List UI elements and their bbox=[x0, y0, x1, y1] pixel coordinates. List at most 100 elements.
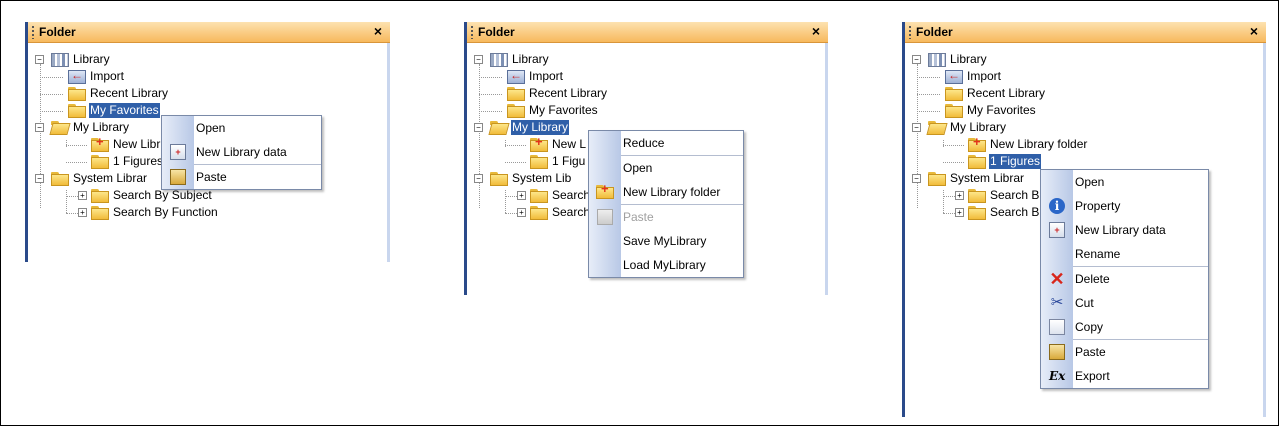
folder-icon bbox=[928, 171, 946, 186]
expand-toggle-search-1[interactable]: + bbox=[517, 191, 526, 200]
menu-item-paste[interactable]: Paste bbox=[162, 165, 321, 189]
menu-item-label: Open bbox=[1075, 175, 1105, 189]
tree-item-label: 1 Figu bbox=[552, 154, 586, 168]
tree-item-import[interactable]: Import bbox=[945, 68, 1002, 85]
expand-toggle-search-1[interactable]: + bbox=[955, 191, 964, 200]
paste-icon bbox=[1049, 344, 1065, 360]
menu-item-paste[interactable]: Paste bbox=[1041, 340, 1208, 364]
scissors-icon: ✂ bbox=[1050, 294, 1064, 311]
menu-item-cut[interactable]: ✂ Cut bbox=[1041, 291, 1208, 315]
tree-item-search-1[interactable]: Search B bbox=[968, 187, 1040, 204]
library-icon bbox=[51, 52, 69, 67]
tree-item-search-2[interactable]: Search bbox=[530, 204, 591, 221]
new-folder-icon: + bbox=[968, 135, 986, 152]
tree-item-system-library[interactable]: System Librar bbox=[928, 170, 1025, 187]
collapse-toggle-system-library[interactable]: − bbox=[912, 174, 921, 183]
menu-item-label: Paste bbox=[196, 170, 227, 184]
menu-item-paste[interactable]: Paste bbox=[589, 205, 743, 229]
folder-icon bbox=[968, 205, 986, 220]
menu-item-new-library-data[interactable]: + New Library data bbox=[1041, 218, 1208, 242]
collapse-toggle-system-library[interactable]: − bbox=[474, 174, 483, 183]
tree-item-search-1[interactable]: Search bbox=[530, 187, 591, 204]
tree-item-my-library[interactable]: My Library bbox=[51, 119, 130, 136]
tree-item-recent-library[interactable]: Recent Library bbox=[945, 85, 1046, 102]
new-folder-icon: + bbox=[596, 182, 614, 200]
open-folder-icon bbox=[51, 120, 69, 135]
tree-item-my-favorites[interactable]: My Favorites bbox=[507, 102, 599, 119]
tree-item-import[interactable]: Import bbox=[68, 68, 125, 85]
menu-item-delete[interactable]: ✕ Delete bbox=[1041, 267, 1208, 291]
new-library-data-icon: + bbox=[1049, 222, 1065, 238]
folder-icon bbox=[91, 154, 109, 169]
tree-item-label: Library bbox=[950, 52, 987, 66]
expand-toggle-search-by-function[interactable]: + bbox=[78, 208, 87, 217]
menu-item-copy[interactable]: Copy bbox=[1041, 315, 1208, 339]
menu-item-label: New Library folder bbox=[623, 185, 721, 199]
tree-item-1-figures[interactable]: 1 Figures bbox=[968, 153, 1042, 170]
folder-icon bbox=[507, 86, 525, 101]
collapse-toggle-library[interactable]: − bbox=[474, 55, 483, 64]
import-icon bbox=[507, 68, 525, 84]
tree-item-search-2[interactable]: Search B bbox=[968, 204, 1040, 221]
paste-icon bbox=[597, 209, 613, 225]
tree-item-new-library-folder[interactable]: + New Libr bbox=[91, 135, 161, 153]
tree-item-my-favorites[interactable]: My Favorites bbox=[945, 102, 1037, 119]
tree-item-label: Search B bbox=[990, 205, 1040, 219]
expand-toggle-search-by-subject[interactable]: + bbox=[78, 191, 87, 200]
tree-item-system-library[interactable]: System Librar bbox=[51, 170, 148, 187]
menu-item-export[interactable]: Ex Export bbox=[1041, 364, 1208, 388]
collapse-toggle-system-library[interactable]: − bbox=[35, 174, 44, 183]
menu-item-load-mylibrary[interactable]: Load MyLibrary bbox=[589, 253, 743, 277]
menu-item-new-library-data[interactable]: + New Library data bbox=[162, 140, 321, 164]
folder-icon bbox=[91, 205, 109, 220]
tree-item-my-library[interactable]: My Library bbox=[490, 119, 570, 136]
open-folder-icon bbox=[490, 120, 508, 135]
tree-item-label: My Favorites bbox=[529, 103, 598, 117]
tree-item-my-library[interactable]: My Library bbox=[928, 119, 1007, 136]
tree-item-label: My Library bbox=[950, 120, 1007, 134]
tree-item-label: Search bbox=[552, 188, 591, 202]
menu-item-rename[interactable]: Rename bbox=[1041, 242, 1208, 266]
tree-item-library[interactable]: Library bbox=[928, 51, 988, 68]
menu-item-label: Rename bbox=[1075, 247, 1121, 261]
folder-icon bbox=[968, 154, 986, 169]
tree-item-new-library-folder[interactable]: + New L bbox=[530, 135, 587, 153]
tree-item-1-figures[interactable]: 1 Figures bbox=[91, 153, 164, 170]
tree-item-system-library[interactable]: System Lib bbox=[490, 170, 572, 187]
collapse-toggle-library[interactable]: − bbox=[912, 55, 921, 64]
folder-icon bbox=[530, 205, 548, 220]
tree-item-label: Import bbox=[90, 69, 125, 83]
collapse-toggle-my-library[interactable]: − bbox=[35, 123, 44, 132]
expand-toggle-search-2[interactable]: + bbox=[955, 208, 964, 217]
tree-item-label: 1 Figures bbox=[989, 154, 1042, 169]
tree-item-label: My Library bbox=[511, 120, 570, 135]
menu-item-save-mylibrary[interactable]: Save MyLibrary bbox=[589, 229, 743, 253]
tree-item-import[interactable]: Import bbox=[507, 68, 564, 85]
tree-item-search-by-function[interactable]: Search By Function bbox=[91, 204, 219, 221]
tree-item-my-favorites[interactable]: My Favorites bbox=[68, 102, 160, 119]
tree-item-label: Import bbox=[967, 69, 1002, 83]
tree-item-library[interactable]: Library bbox=[51, 51, 111, 68]
tree-item-library[interactable]: Library bbox=[490, 51, 550, 68]
collapse-toggle-library[interactable]: − bbox=[35, 55, 44, 64]
tree-item-recent-library[interactable]: Recent Library bbox=[68, 85, 169, 102]
collapse-toggle-my-library[interactable]: − bbox=[912, 123, 921, 132]
tree-item-1-figures[interactable]: 1 Figu bbox=[530, 153, 586, 170]
expand-toggle-search-2[interactable]: + bbox=[517, 208, 526, 217]
menu-item-open[interactable]: Open bbox=[162, 116, 321, 140]
new-folder-icon: + bbox=[530, 135, 548, 152]
folder-icon bbox=[490, 171, 508, 186]
tree-item-label: My Favorites bbox=[89, 103, 160, 118]
folder-icon bbox=[68, 86, 86, 101]
tree-item-label: Search By Subject bbox=[113, 188, 212, 202]
menu-item-property[interactable]: i Property bbox=[1041, 194, 1208, 218]
collapse-toggle-my-library[interactable]: − bbox=[474, 123, 483, 132]
tree-item-recent-library[interactable]: Recent Library bbox=[507, 85, 608, 102]
menu-item-new-library-folder[interactable]: + New Library folder bbox=[589, 180, 743, 204]
tree-item-new-library-folder[interactable]: + New Library folder bbox=[968, 135, 1088, 153]
new-library-data-icon: + bbox=[170, 144, 186, 160]
menu-item-reduce[interactable]: Reduce bbox=[589, 131, 743, 155]
folder-icon bbox=[530, 154, 548, 169]
menu-item-open[interactable]: Open bbox=[589, 156, 743, 180]
menu-item-open[interactable]: Open bbox=[1041, 170, 1208, 194]
